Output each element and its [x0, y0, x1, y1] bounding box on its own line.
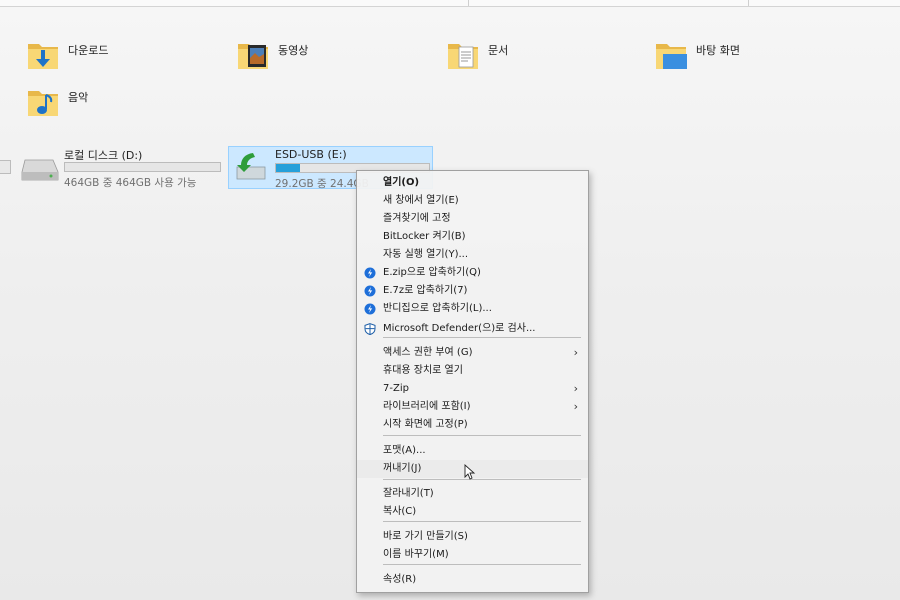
drive-name: ESD-USB (E:)	[275, 148, 347, 161]
folder-label: 음악	[68, 91, 89, 104]
menu-separator	[383, 479, 581, 480]
menu-item-복사[interactable]: 복사(C)	[357, 503, 588, 521]
folder-desktop[interactable]: 바탕 화면	[654, 38, 804, 78]
menu-item-반디집으로-압축하기[interactable]: 반디집으로 압축하기(L)...	[357, 300, 588, 318]
folder-label: 문서	[488, 44, 509, 57]
menu-separator	[383, 521, 581, 522]
usb-drive-icon	[236, 153, 266, 180]
menu-item-label: 복사(C)	[383, 506, 417, 517]
menu-item-label: BitLocker 켜기(B)	[383, 231, 466, 242]
documents-folder-icon	[448, 44, 478, 69]
menu-item-새-창에서-열기[interactable]: 새 창에서 열기(E)	[357, 192, 588, 210]
drive-usage-fill	[276, 164, 301, 172]
menu-item-시작-화면에-고정[interactable]: 시작 화면에 고정(P)	[357, 416, 588, 434]
menu-separator	[383, 435, 581, 436]
menu-item-label: E.zip으로 압축하기(Q)	[383, 267, 481, 278]
toolbar-divider	[748, 0, 749, 6]
menu-item-label: E.7z로 압축하기(7)	[383, 285, 468, 296]
folder-music[interactable]: 음악	[26, 85, 176, 125]
folder-label: 다운로드	[68, 44, 109, 57]
chevron-right-icon: ›	[573, 346, 578, 359]
toolbar-divider	[468, 0, 469, 6]
menu-item-즐겨찾기에-고정[interactable]: 즐겨찾기에 고정	[357, 210, 588, 228]
menu-item-label: 꺼내기(J)	[383, 463, 422, 474]
menu-item-label: 새 창에서 열기(E)	[383, 195, 459, 206]
chevron-right-icon: ›	[573, 382, 578, 395]
bandizip-icon	[364, 285, 376, 297]
menu-item-label: 7-Zip	[383, 383, 409, 394]
menu-item-label: 반디집으로 압축하기(L)...	[383, 303, 492, 314]
menu-item-포맷[interactable]: 포맷(A)...	[357, 442, 588, 460]
folder-label: 바탕 화면	[696, 44, 740, 57]
menu-item-라이브러리에-포함[interactable]: 라이브러리에 포함(I) ›	[357, 398, 588, 416]
menu-item-label: 액세스 권한 부여 (G)	[383, 347, 473, 358]
folder-documents[interactable]: 문서	[446, 38, 596, 78]
menu-item-label: 속성(R)	[383, 574, 417, 585]
menu-item-bitlocker-켜기[interactable]: BitLocker 켜기(B)	[357, 228, 588, 246]
menu-item-label: 자동 실행 열기(Y)...	[383, 249, 469, 260]
download-folder-icon	[28, 44, 58, 69]
menu-item-자동-실행-열기[interactable]: 자동 실행 열기(Y)...	[357, 246, 588, 264]
defender-shield-icon	[364, 323, 376, 335]
menu-separator	[383, 337, 581, 338]
videos-folder-icon	[238, 44, 268, 69]
drive-name: 로컬 디스크 (D:)	[64, 149, 143, 162]
menu-item-label: 바로 가기 만들기(S)	[383, 531, 468, 542]
menu-item-잘라내기[interactable]: 잘라내기(T)	[357, 485, 588, 503]
menu-item-label: 라이브러리에 포함(I)	[383, 401, 471, 412]
hard-drive-icon	[21, 159, 59, 181]
menu-item-e-7z로-압축하기[interactable]: E.7z로 압축하기(7)	[357, 282, 588, 300]
menu-item-바로-가기-만들기[interactable]: 바로 가기 만들기(S)	[357, 528, 588, 546]
menu-item-액세스-권한-부여[interactable]: 액세스 권한 부여 (G) ›	[357, 344, 588, 362]
menu-item-열기[interactable]: 열기(O)	[357, 174, 588, 192]
folder-videos[interactable]: 동영상	[236, 38, 386, 78]
menu-item-label: 시작 화면에 고정(P)	[383, 419, 468, 430]
bandizip-icon	[364, 303, 376, 315]
menu-item-label: Microsoft Defender(으)로 검사...	[383, 323, 536, 334]
menu-item-microsoft-defender로-검사[interactable]: Microsoft Defender(으)로 검사...	[357, 320, 588, 338]
menu-item-label: 포맷(A)...	[383, 445, 426, 456]
bandizip-icon	[364, 267, 376, 279]
menu-item-label: 이름 바꾸기(M)	[383, 549, 449, 560]
menu-item-속성[interactable]: 속성(R)	[357, 571, 588, 589]
menu-item-7-zip[interactable]: 7-Zip ›	[357, 380, 588, 398]
chevron-right-icon: ›	[573, 400, 578, 413]
menu-item-휴대용-장치로-열기[interactable]: 휴대용 장치로 열기	[357, 362, 588, 380]
context-menu: 열기(O) 새 창에서 열기(E) 즐겨찾기에 고정 BitLocker 켜기(B) 자…	[356, 170, 589, 593]
music-folder-icon	[28, 91, 58, 116]
menu-item-e-zip으로-압축하기[interactable]: E.zip으로 압축하기(Q)	[357, 264, 588, 282]
menu-item-label: 열기(O)	[383, 177, 420, 188]
menu-item-label: 즐겨찾기에 고정	[383, 213, 451, 224]
menu-item-label: 잘라내기(T)	[383, 488, 434, 499]
menu-separator	[383, 564, 581, 565]
menu-item-label: 휴대용 장치로 열기	[383, 365, 463, 376]
address-toolbar	[0, 0, 900, 7]
drive-free-space: 464GB 중 464GB 사용 가능	[64, 177, 197, 189]
mouse-cursor-icon	[464, 464, 476, 480]
folder-downloads[interactable]: 다운로드	[26, 38, 176, 78]
menu-item-이름-바꾸기[interactable]: 이름 바꾸기(M)	[357, 546, 588, 564]
drive-tile-partial[interactable]	[0, 160, 11, 174]
folder-label: 동영상	[278, 44, 309, 57]
desktop-folder-icon	[656, 44, 687, 69]
drive-usage-bar	[64, 162, 221, 172]
drive-free-space: 29.2GB 중 24.4GB	[275, 178, 369, 190]
drive-local-d[interactable]: 로컬 디스크 (D:) 464GB 중 464GB 사용 가능	[20, 144, 225, 190]
